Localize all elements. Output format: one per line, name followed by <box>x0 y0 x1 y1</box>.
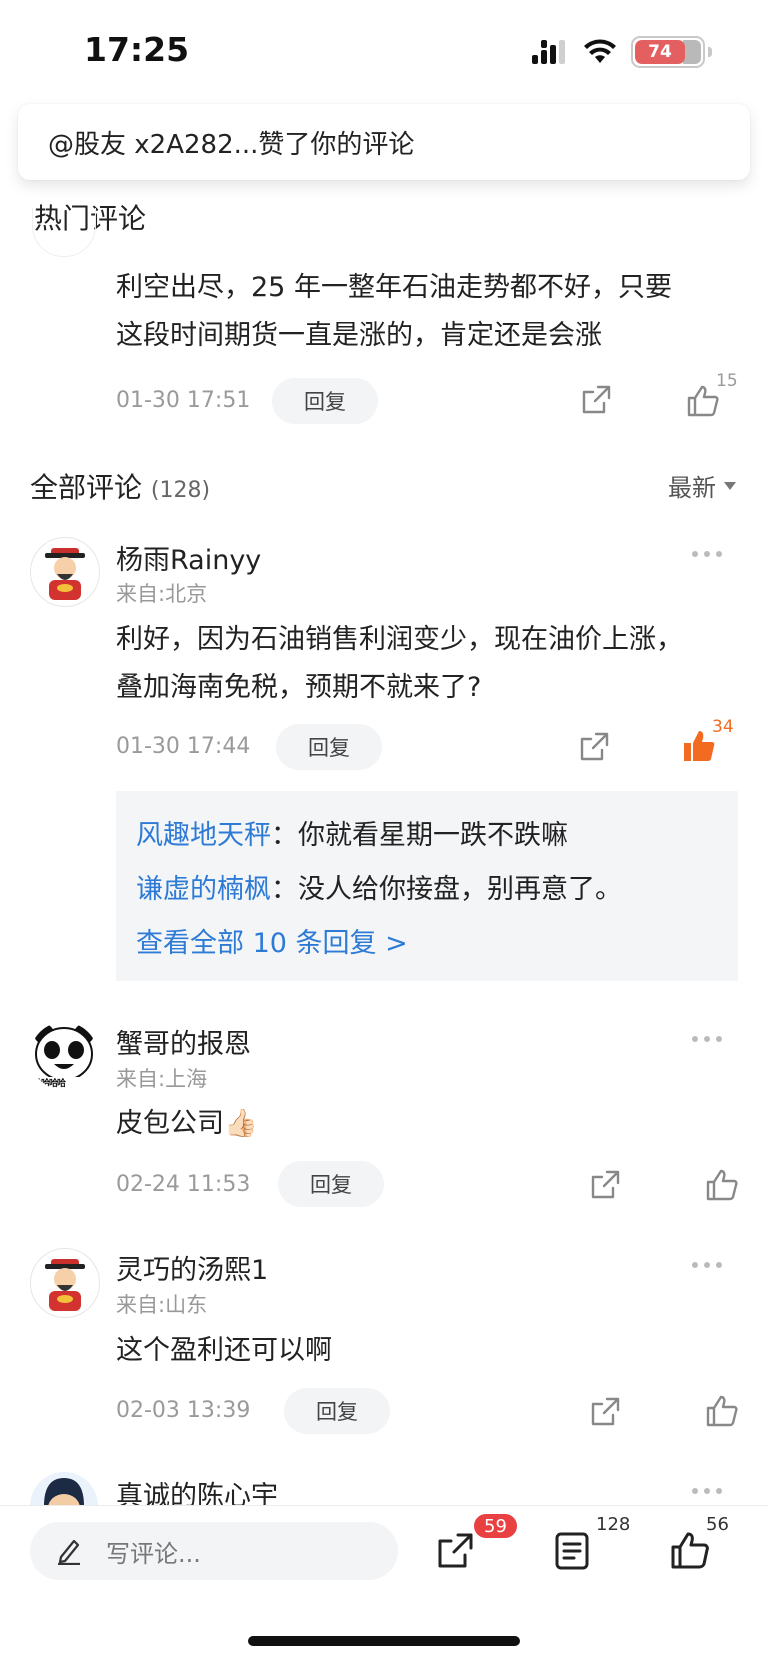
comment-text: 这个盈利还可以啊 <box>116 1335 332 1366</box>
avatar[interactable]: 哈哈哈哈 <box>30 1022 98 1090</box>
avatar <box>32 208 96 257</box>
avatar[interactable] <box>30 1248 100 1318</box>
comment-text-line: 这段时间期货一直是涨的，肯定还是会涨 <box>116 320 602 351</box>
comment-input[interactable]: 写评论... <box>30 1522 398 1580</box>
username[interactable]: 灵巧的汤熙1 <box>116 1248 268 1287</box>
like-count: 15 <box>716 371 738 391</box>
comments-count: 128 <box>596 1514 631 1535</box>
reply-author[interactable]: 谦虚的楠枫 <box>136 874 271 905</box>
all-comments-count: (128) <box>150 478 211 503</box>
comment-text-line: 利好，因为石油销售利润变少，现在油价上涨， <box>116 624 683 655</box>
reply-text: 没人给你接盘，别再意了。 <box>298 874 622 905</box>
more-icon[interactable] <box>692 1488 722 1494</box>
more-icon[interactable] <box>692 1036 722 1042</box>
more-icon[interactable] <box>692 1262 722 1268</box>
location: 来自:山东 <box>116 1293 208 1317</box>
share-icon[interactable] <box>589 1396 621 1428</box>
comment-text-line: 利空出尽，25 年一整年石油走势都不好，只要 <box>116 272 672 303</box>
comment-text: 利空出尽，25 年一整年石油走势都不好，只要 这段时间期货一直是涨的，肯定还是会… <box>116 264 672 360</box>
like-icon[interactable] <box>670 1530 710 1570</box>
like-icon[interactable] <box>705 1168 739 1202</box>
pencil-icon <box>58 1539 80 1565</box>
comment-time: 02-03 13:39 <box>116 1398 251 1423</box>
view-all-replies-link[interactable]: 查看全部 10 条回复 > <box>136 921 408 960</box>
more-icon[interactable] <box>692 551 722 557</box>
reply-separator: ： <box>271 820 298 851</box>
share-icon[interactable] <box>589 1169 621 1201</box>
reply-item[interactable]: 风趣地天秤：你就看星期一跌不跌嘛 <box>136 813 568 852</box>
reply-button[interactable]: 回复 <box>284 1388 390 1434</box>
comment-text: 皮包公司👍🏻 <box>116 1108 258 1139</box>
share-icon[interactable] <box>578 731 610 763</box>
liked-icon[interactable] <box>682 729 716 763</box>
comment-time: 02-24 11:53 <box>116 1172 251 1197</box>
status-time: 17:25 <box>84 30 190 69</box>
reply-preview-box[interactable]: 风趣地天秤：你就看星期一跌不跌嘛 谦虚的楠枫：没人给你接盘，别再意了。 查看全部… <box>116 791 738 981</box>
avatar[interactable] <box>30 537 100 607</box>
likes-count: 56 <box>706 1514 729 1535</box>
like-icon[interactable] <box>705 1394 739 1428</box>
location: 来自:上海 <box>116 1067 208 1091</box>
fortune-god-avatar-icon <box>45 548 85 600</box>
username[interactable]: 蟹哥的报恩 <box>116 1022 251 1061</box>
sort-label: 最新 <box>668 474 716 502</box>
comment-time: 01-30 17:51 <box>116 388 251 413</box>
reply-separator: ： <box>271 874 298 905</box>
share-count-badge: 59 <box>474 1514 517 1538</box>
battery-level: 74 <box>635 40 685 64</box>
like-icon[interactable] <box>686 384 720 418</box>
all-comments-label: 全部评论 <box>30 471 143 504</box>
comment-input-placeholder: 写评论... <box>106 1539 201 1568</box>
location: 来自:北京 <box>116 582 208 606</box>
comment-time: 01-30 17:44 <box>116 734 251 759</box>
reply-author[interactable]: 风趣地天秤 <box>136 820 271 851</box>
share-icon[interactable] <box>436 1532 474 1570</box>
comment-list-icon[interactable] <box>554 1531 590 1571</box>
fortune-god-avatar-icon <box>45 1259 85 1311</box>
reply-item[interactable]: 谦虚的楠枫：没人给你接盘，别再意了。 <box>136 867 622 906</box>
signal-icon <box>532 40 565 64</box>
like-count: 34 <box>712 717 734 737</box>
battery-icon: 74 <box>631 36 712 68</box>
share-icon[interactable] <box>580 384 612 416</box>
reply-button[interactable]: 回复 <box>276 724 382 770</box>
reply-button[interactable]: 回复 <box>272 378 378 424</box>
reply-button[interactable]: 回复 <box>278 1161 384 1207</box>
home-indicator[interactable] <box>248 1636 520 1646</box>
reply-text: 你就看星期一跌不跌嘛 <box>298 820 568 851</box>
status-icons: 74 <box>531 36 712 68</box>
dropdown-arrow-icon <box>724 481 736 490</box>
all-comments-title: 全部评论 (128) <box>30 466 210 506</box>
toast-text: @股友 x2A282...赞了你的评论 <box>48 129 415 160</box>
sort-dropdown[interactable]: 最新 <box>668 468 736 503</box>
comment-text: 利好，因为石油销售利润变少，现在油价上涨， 叠加海南免税，预期不就来了? <box>116 616 683 712</box>
like-notification-toast[interactable]: @股友 x2A282...赞了你的评论 <box>18 104 750 180</box>
avatar-caption: 哈哈哈哈 <box>33 1079 66 1089</box>
comment-text-line: 叠加海南免税，预期不就来了? <box>116 672 482 703</box>
username[interactable]: 杨雨Rainyy <box>116 538 261 577</box>
wifi-icon <box>584 39 616 63</box>
